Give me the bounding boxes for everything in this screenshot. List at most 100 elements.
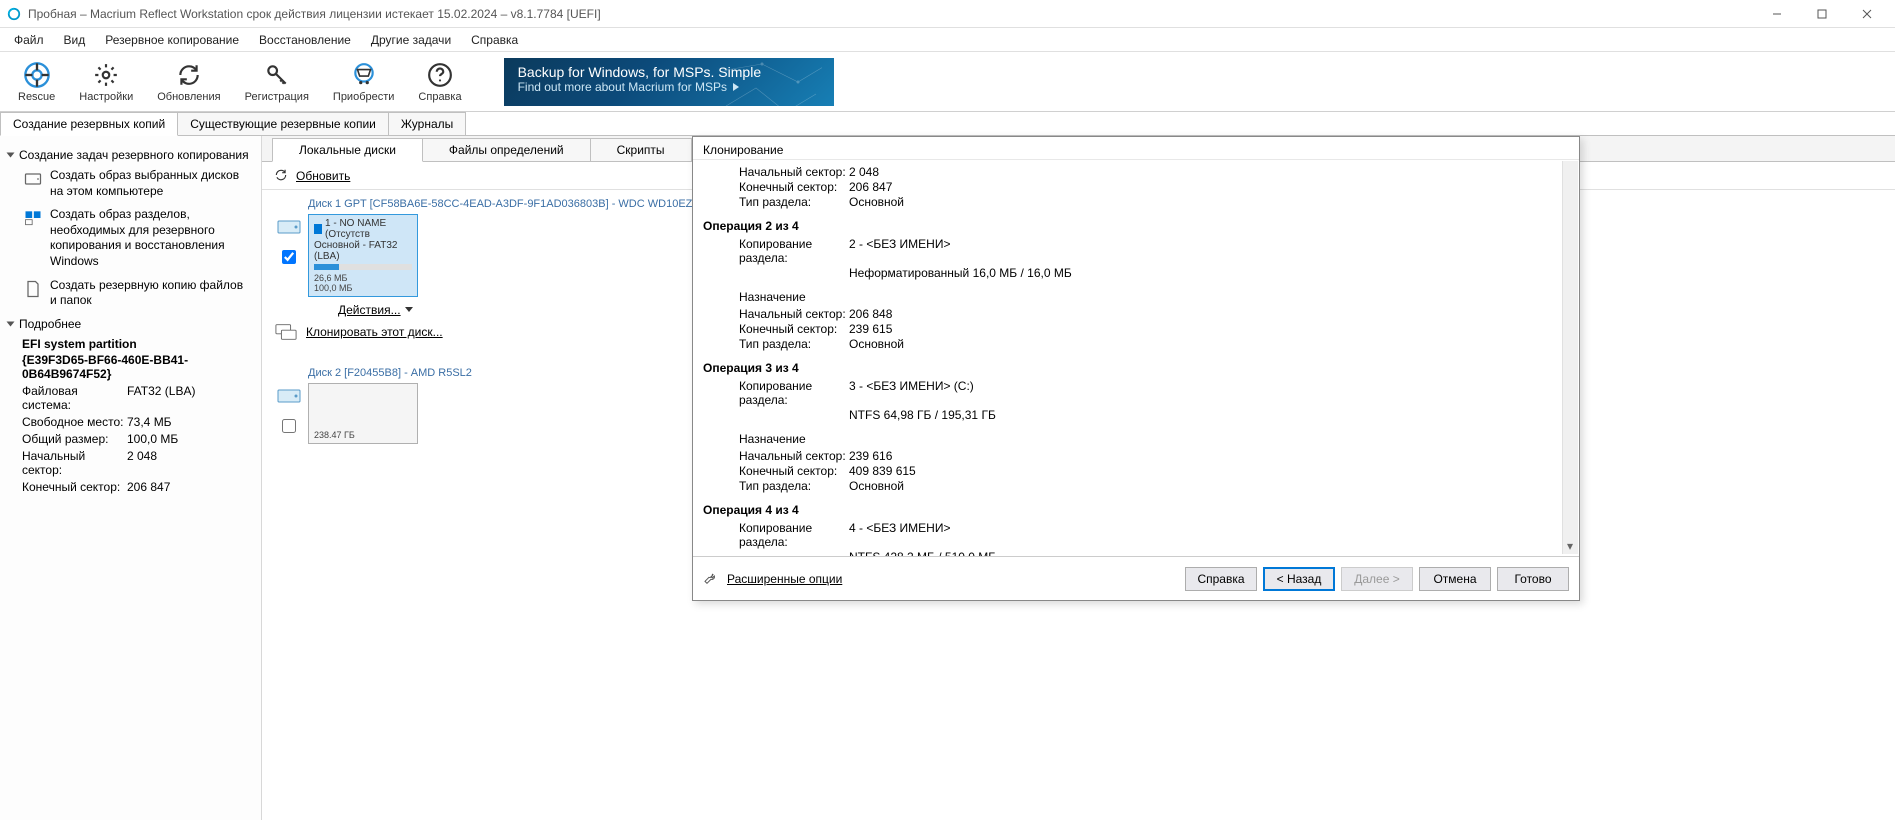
op-key: Конечный сектор:	[703, 180, 849, 194]
disk-1-checkbox[interactable]	[282, 250, 296, 264]
detail-value: 2 048	[127, 449, 157, 477]
op-key: Копирование раздела:	[703, 521, 849, 549]
disk-icon	[22, 168, 44, 190]
menu-backup[interactable]: Резервное копирование	[95, 28, 249, 52]
destination-label: Назначение	[703, 432, 1569, 446]
menu-file[interactable]: Файл	[4, 28, 54, 52]
menu-help[interactable]: Справка	[461, 28, 528, 52]
refresh-label: Обновить	[296, 169, 350, 183]
main-tab-logs[interactable]: Журналы	[388, 112, 466, 135]
clone-dialog: Клонирование Начальный сектор:2 048 Коне…	[692, 136, 1580, 601]
partition-guid: {E39F3D65-BF66-460E-BB41-0B64B9674F52}	[22, 353, 253, 381]
detail-value: 206 847	[127, 480, 170, 494]
op-key	[703, 408, 849, 422]
disk-2-partitions: 238.47 ГБ	[308, 383, 418, 444]
right-area: Локальные диски Файлы определений Скрипт…	[262, 136, 1895, 820]
refresh-link[interactable]: Обновить	[274, 168, 350, 184]
menu-view[interactable]: Вид	[54, 28, 96, 52]
task-label: Создать резервную копию файлов и папок	[50, 278, 253, 309]
partition-total: 100,0 МБ	[314, 283, 352, 293]
window-close-button[interactable]	[1844, 0, 1889, 28]
dialog-next-button[interactable]: Далее >	[1341, 567, 1413, 591]
main-tab-existing-backups[interactable]: Существующие резервные копии	[177, 112, 389, 135]
main-tab-create-backup[interactable]: Создание резервных копий	[0, 112, 178, 136]
clone-icon	[274, 323, 298, 341]
op-value: 4 - <БЕЗ ИМЕНИ>	[849, 521, 950, 549]
toolbar-label: Приобрести	[333, 91, 395, 103]
scrollbar-down-button[interactable]: ▾	[1562, 538, 1578, 554]
window-titlebar: Пробная – Macrium Reflect Workstation ср…	[0, 0, 1895, 28]
operation-4-header: Операция 4 из 4	[703, 503, 1569, 517]
detail-key: Общий размер:	[22, 432, 127, 446]
detail-row: Свободное место:73,4 МБ	[22, 415, 253, 429]
detail-value: 73,4 МБ	[127, 415, 172, 429]
section-title: Подробнее	[19, 317, 81, 331]
operation-2-header: Операция 2 из 4	[703, 219, 1569, 233]
menu-bar: Файл Вид Резервное копирование Восстанов…	[0, 28, 1895, 52]
partition-size: 238.47 ГБ	[314, 431, 412, 441]
lifebuoy-icon	[23, 61, 51, 89]
menu-restore[interactable]: Восстановление	[249, 28, 361, 52]
dialog-help-button[interactable]: Справка	[1185, 567, 1257, 591]
op-value: NTFS 64,98 ГБ / 195,31 ГБ	[849, 408, 996, 422]
window-minimize-button[interactable]	[1754, 0, 1799, 28]
gear-icon	[92, 61, 120, 89]
tasks-section-header[interactable]: Создание задач резервного копирования	[8, 148, 253, 162]
detail-row: Общий размер:100,0 МБ	[22, 432, 253, 446]
detail-key: Начальный сектор:	[22, 449, 127, 477]
toolbar-label: Rescue	[18, 91, 55, 103]
task-backup-files[interactable]: Создать резервную копию файлов и папок	[22, 278, 253, 309]
toolbar-settings-button[interactable]: Настройки	[67, 53, 145, 111]
disk-1-actions-dropdown[interactable]: Действия...	[338, 303, 413, 317]
details-section-header[interactable]: Подробнее	[8, 317, 253, 331]
toolbar-label: Настройки	[79, 91, 133, 103]
detail-row: Конечный сектор:206 847	[22, 480, 253, 494]
sub-tab-scripts[interactable]: Скрипты	[590, 138, 692, 161]
scrollbar-track[interactable]	[1562, 161, 1578, 554]
expand-icon	[7, 153, 15, 158]
partition-usage-bar	[314, 264, 412, 270]
toolbar-label: Справка	[418, 91, 461, 103]
cart-icon	[350, 61, 378, 89]
partition-name: EFI system partition	[22, 337, 253, 351]
dialog-back-button[interactable]: < Назад	[1263, 567, 1335, 591]
op-key: Начальный сектор:	[703, 307, 849, 321]
refresh-icon	[274, 168, 290, 184]
detail-key: Свободное место:	[22, 415, 127, 429]
wrench-icon	[703, 570, 721, 588]
op-value: 3 - <БЕЗ ИМЕНИ> (C:)	[849, 379, 974, 407]
advanced-options-label: Расширенные опции	[727, 572, 842, 586]
dialog-cancel-button[interactable]: Отмена	[1419, 567, 1491, 591]
toolbar-label: Обновления	[157, 91, 220, 103]
window-maximize-button[interactable]	[1799, 0, 1844, 28]
sub-tab-definition-files[interactable]: Файлы определений	[422, 138, 591, 161]
advanced-options-link[interactable]: Расширенные опции	[703, 570, 842, 588]
toolbar-register-button[interactable]: Регистрация	[233, 53, 321, 111]
disk-2-checkbox[interactable]	[282, 419, 296, 433]
partition-unallocated[interactable]: 238.47 ГБ	[309, 384, 417, 443]
windows-flag-icon	[314, 224, 322, 234]
dialog-finish-button[interactable]: Готово	[1497, 567, 1569, 591]
op-key: Конечный сектор:	[703, 464, 849, 478]
menu-other[interactable]: Другие задачи	[361, 28, 461, 52]
partition-subtitle: Основной - FAT32 (LBA)	[314, 240, 412, 262]
toolbar-rescue-button[interactable]: Rescue	[6, 53, 67, 111]
clone-this-disk-link[interactable]: Клонировать этот диск...	[306, 325, 443, 339]
task-image-selected-disks[interactable]: Создать образ выбранных дисков на этом к…	[22, 168, 253, 199]
window-title: Пробная – Macrium Reflect Workstation ср…	[28, 7, 601, 21]
section-title: Создание задач резервного копирования	[19, 148, 249, 162]
toolbar-updates-button[interactable]: Обновления	[145, 53, 232, 111]
detail-row: Файловая система:FAT32 (LBA)	[22, 384, 253, 412]
toolbar-buy-button[interactable]: Приобрести	[321, 53, 407, 111]
chevron-down-icon	[405, 307, 413, 312]
op-value: Основной	[849, 337, 904, 351]
partition-used: 26,6 МБ	[314, 273, 347, 283]
op-value: 239 615	[849, 322, 892, 336]
sub-tab-local-disks[interactable]: Локальные диски	[272, 138, 423, 162]
partition-1-selected[interactable]: 1 - NO NAME (Отсутств Основной - FAT32 (…	[308, 214, 418, 297]
task-image-windows-partitions[interactable]: Создать образ разделов, необходимых для …	[22, 207, 253, 269]
msp-banner[interactable]: Backup for Windows, for MSPs. Simple Fin…	[504, 58, 834, 106]
dialog-footer: Расширенные опции Справка < Назад Далее …	[693, 556, 1579, 600]
toolbar-help-button[interactable]: Справка	[406, 53, 473, 111]
op-value: 239 616	[849, 449, 892, 463]
